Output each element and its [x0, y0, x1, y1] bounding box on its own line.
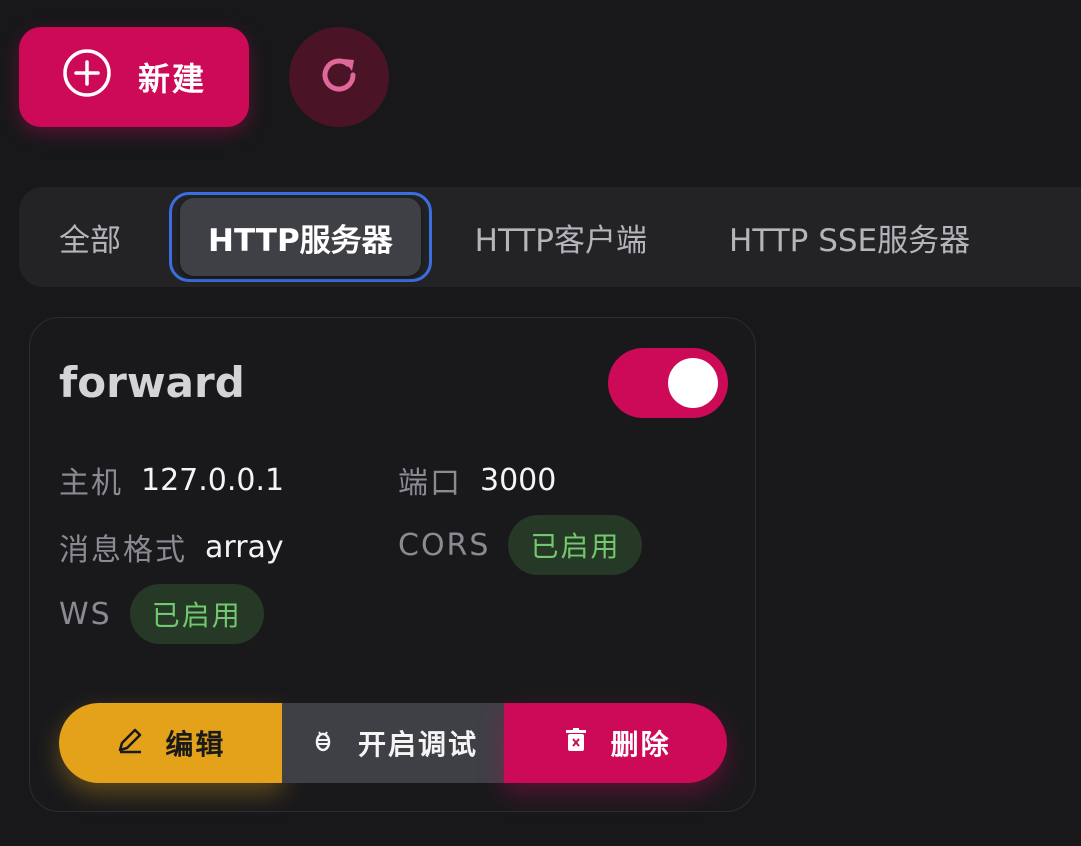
port-value: 3000	[480, 462, 557, 498]
tab-bar: 全部 HTTP服务器 HTTP客户端 HTTP SSE服务器	[19, 187, 1081, 287]
toolbar: 新建	[19, 27, 389, 127]
format-label: 消息格式	[59, 533, 187, 568]
ws-status-badge: 已启用	[129, 584, 264, 644]
new-button-label: 新建	[137, 60, 206, 98]
debug-button[interactable]: 开启调试	[281, 703, 505, 783]
tab-all[interactable]: 全部	[59, 197, 121, 277]
plus-circle-icon	[62, 48, 112, 106]
card-actions: 编辑 开启调试 删除	[59, 703, 728, 783]
toggle-knob	[668, 358, 718, 408]
edit-button[interactable]: 编辑	[59, 703, 282, 783]
refresh-button[interactable]	[289, 27, 389, 127]
cors-label: CORS	[398, 527, 491, 563]
ws-row: WS 已启用	[59, 584, 264, 644]
bug-icon	[308, 725, 338, 762]
new-button[interactable]: 新建	[19, 27, 249, 127]
edit-button-label: 编辑	[165, 728, 226, 761]
host-value: 127.0.0.1	[141, 462, 285, 498]
tab-http-client[interactable]: HTTP客户端	[475, 197, 647, 277]
server-card: forward 主机 127.0.0.1 端口 3000 消息格式 array …	[29, 317, 756, 812]
delete-button[interactable]: 删除	[504, 703, 728, 783]
debug-button-label: 开启调试	[358, 728, 479, 761]
tab-http-server[interactable]: HTTP服务器	[169, 192, 432, 282]
port-label: 端口	[398, 466, 462, 501]
pencil-icon	[115, 725, 145, 762]
enable-toggle[interactable]	[608, 348, 728, 418]
refresh-icon	[315, 51, 363, 103]
ws-label: WS	[59, 596, 112, 632]
delete-button-label: 删除	[610, 728, 671, 761]
format-row: 消息格式 array	[59, 525, 284, 569]
cors-row: CORS 已启用	[398, 515, 643, 575]
cors-status-badge: 已启用	[508, 515, 643, 575]
card-title: forward	[59, 358, 245, 407]
tab-http-server-label: HTTP服务器	[180, 198, 421, 276]
host-row: 主机 127.0.0.1	[59, 458, 284, 502]
tab-http-sse-server[interactable]: HTTP SSE服务器	[729, 197, 970, 277]
trash-icon	[561, 725, 591, 762]
port-row: 端口 3000	[398, 458, 556, 502]
format-value: array	[205, 529, 284, 565]
host-label: 主机	[59, 466, 123, 501]
